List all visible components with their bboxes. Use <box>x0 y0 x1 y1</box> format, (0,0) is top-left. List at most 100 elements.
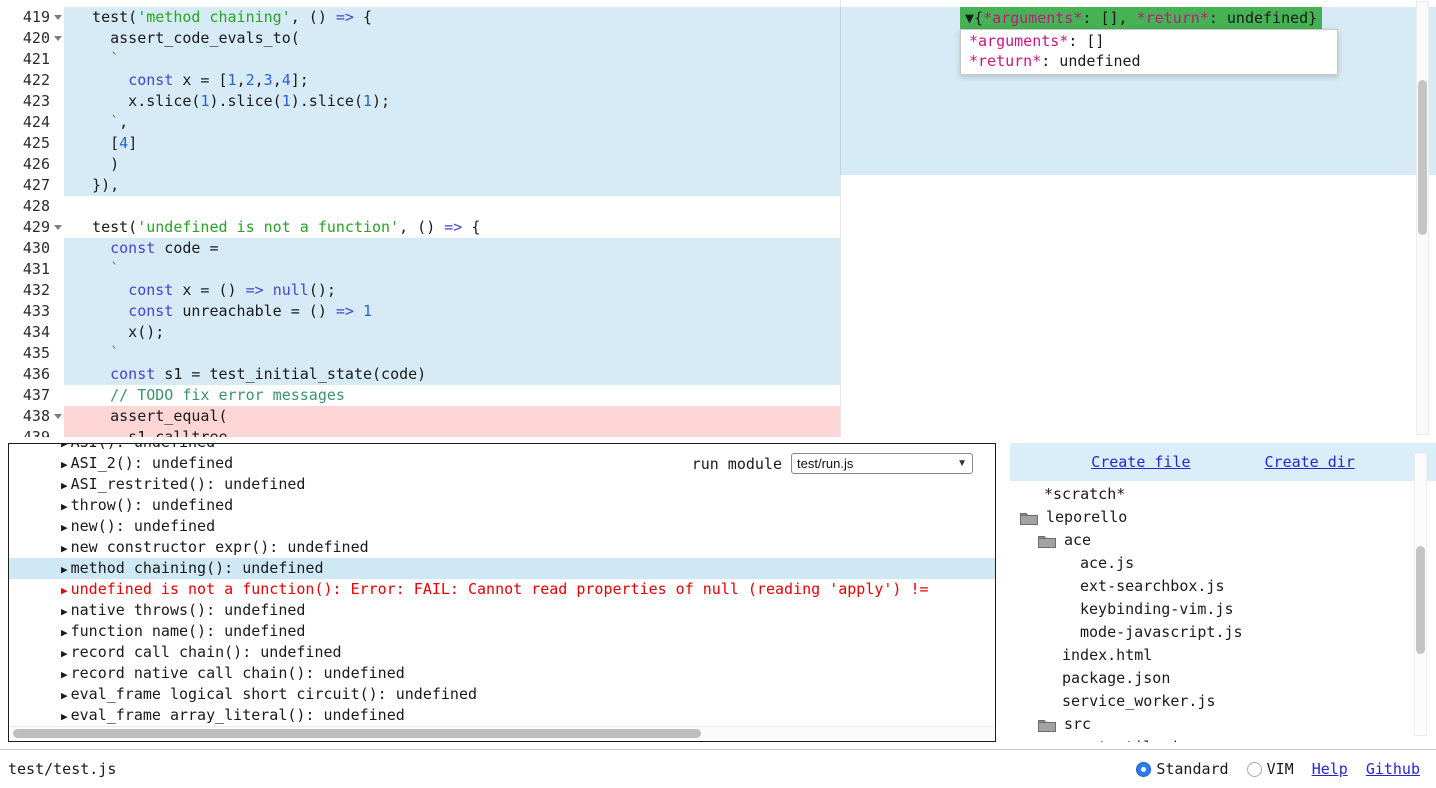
code-line-text[interactable]: [4] <box>64 133 1436 154</box>
result-item[interactable]: ▶native throws(): undefined <box>9 600 995 621</box>
result-item[interactable]: ▶record call chain(): undefined <box>9 642 995 663</box>
code-line-text[interactable]: const x = () => null(); <box>64 280 1436 301</box>
code-line[interactable]: 427 }), <box>0 175 1436 196</box>
result-item[interactable]: ▶undefined is not a function(): Error: F… <box>9 579 995 600</box>
expand-triangle-icon[interactable]: ▶ <box>61 542 68 555</box>
result-item[interactable]: ▶ASI_restrited(): undefined <box>9 474 995 495</box>
code-line[interactable]: 426 ) <box>0 154 1436 175</box>
expand-triangle-icon[interactable]: ▶ <box>61 500 68 513</box>
code-line-text[interactable]: ) <box>64 154 1436 175</box>
create-dir-link[interactable]: Create dir <box>1265 453 1355 471</box>
github-link[interactable]: Github <box>1366 760 1420 778</box>
results-scrollbar-thumb[interactable] <box>13 729 701 738</box>
create-file-link[interactable]: Create file <box>1091 453 1190 471</box>
line-number: 432 <box>0 280 64 301</box>
code-line[interactable]: 424 `, <box>0 112 1436 133</box>
file-entry-dir[interactable]: leporello <box>1010 506 1436 529</box>
code-token: : undefined} <box>1209 9 1317 27</box>
expand-triangle-icon[interactable]: ▶ <box>61 521 68 534</box>
folder-icon <box>1038 534 1056 548</box>
code-line[interactable]: 425 [4] <box>0 133 1436 154</box>
code-line[interactable]: 431 ` <box>0 259 1436 280</box>
radio-selected-icon[interactable] <box>1136 762 1151 777</box>
expand-triangle-icon[interactable]: ▶ <box>61 647 68 660</box>
code-line-text[interactable]: }), <box>64 175 1436 196</box>
code-line[interactable]: 437 // TODO fix error messages <box>0 385 1436 406</box>
expand-triangle-icon[interactable]: ▶ <box>61 668 68 681</box>
expand-triangle-icon[interactable]: ▶ <box>61 584 68 597</box>
result-item[interactable]: ▶eval_frame logical short circuit(): und… <box>9 684 995 705</box>
result-item[interactable]: ▶new constructor expr(): undefined <box>9 537 995 558</box>
module-select[interactable]: test/run.js ▼ <box>791 453 973 474</box>
file-entry-dir[interactable]: src <box>1010 713 1436 736</box>
code-line[interactable]: 436 const s1 = test_initial_state(code) <box>0 364 1436 385</box>
radio-unselected-icon[interactable] <box>1247 762 1262 777</box>
file-entry-dir[interactable]: ace <box>1010 529 1436 552</box>
code-line-text[interactable]: s1.calltree <box>64 427 1436 437</box>
code-token: , <box>119 113 128 131</box>
code-line-text[interactable]: test('undefined is not a function', () =… <box>64 217 1436 238</box>
code-token: ` <box>110 260 119 278</box>
code-line-text[interactable]: const s1 = test_initial_state(code) <box>64 364 1436 385</box>
fold-widget-icon[interactable] <box>54 36 62 41</box>
code-line[interactable]: 429 test('undefined is not a function', … <box>0 217 1436 238</box>
file-entry[interactable]: ast_utils.js <box>1010 736 1436 742</box>
value-tooltip-header[interactable]: ▼{*arguments*: [], *return*: undefined} <box>960 7 1322 29</box>
code-line-text[interactable]: x(); <box>64 322 1436 343</box>
file-entry[interactable]: mode-javascript.js <box>1010 621 1436 644</box>
code-line[interactable]: 434 x(); <box>0 322 1436 343</box>
expand-triangle-icon[interactable]: ▶ <box>61 563 68 576</box>
mode-vim-radio[interactable]: VIM <box>1247 760 1294 778</box>
code-line[interactable]: 428 <box>0 196 1436 217</box>
expand-triangle-icon[interactable]: ▶ <box>61 458 68 471</box>
expand-triangle-icon[interactable]: ▶ <box>61 689 68 702</box>
code-line[interactable]: 432 const x = () => null(); <box>0 280 1436 301</box>
result-item[interactable]: ▶function name(): undefined <box>9 621 995 642</box>
result-item[interactable]: ▶record native call chain(): undefined <box>9 663 995 684</box>
help-link[interactable]: Help <box>1312 760 1348 778</box>
code-line[interactable]: 435 ` <box>0 343 1436 364</box>
code-line-text[interactable]: ` <box>64 259 1436 280</box>
result-item[interactable]: ▶new(): undefined <box>9 516 995 537</box>
value-tooltip-row[interactable]: *arguments*: [] <box>961 31 1337 51</box>
file-entry[interactable]: ace.js <box>1010 552 1436 575</box>
file-entry[interactable]: *scratch* <box>1010 483 1436 506</box>
file-entry[interactable]: ext-searchbox.js <box>1010 575 1436 598</box>
code-line[interactable]: 439 s1.calltree <box>0 427 1436 437</box>
code-line[interactable]: 423 x.slice(1).slice(1).slice(1); <box>0 91 1436 112</box>
file-entry[interactable]: service_worker.js <box>1010 690 1436 713</box>
expand-triangle-icon[interactable]: ▶ <box>61 443 68 450</box>
file-entry[interactable]: package.json <box>1010 667 1436 690</box>
value-tooltip-row[interactable]: *return*: undefined <box>961 51 1337 71</box>
file-entry[interactable]: keybinding-vim.js <box>1010 598 1436 621</box>
file-entry-label: ext-searchbox.js <box>1080 575 1225 598</box>
code-line-text[interactable]: // TODO fix error messages <box>64 385 1436 406</box>
result-item[interactable]: ▶ASI(): undefined <box>9 443 995 453</box>
expand-triangle-icon[interactable]: ▶ <box>61 605 68 618</box>
expand-triangle-icon[interactable]: ▶ <box>61 626 68 639</box>
expand-triangle-icon[interactable]: ▶ <box>61 479 68 492</box>
line-number: 434 <box>0 322 64 343</box>
editor-scrollbar-thumb[interactable] <box>1418 80 1427 235</box>
expand-triangle-icon[interactable]: ▶ <box>61 710 68 723</box>
code-line-text[interactable]: x.slice(1).slice(1).slice(1); <box>64 91 1436 112</box>
code-line-text[interactable] <box>64 196 1436 217</box>
code-line[interactable]: 438 assert_equal( <box>0 406 1436 427</box>
code-line[interactable]: 430 const code = <box>0 238 1436 259</box>
result-item[interactable]: ▶throw(): undefined <box>9 495 995 516</box>
code-line-text[interactable]: const unreachable = () => 1 <box>64 301 1436 322</box>
code-line-text[interactable]: `, <box>64 112 1436 133</box>
code-editor[interactable]: 419 test('method chaining', () => {420 a… <box>0 0 1436 437</box>
code-line-text[interactable]: assert_equal( <box>64 406 1436 427</box>
fold-widget-icon[interactable] <box>54 225 62 230</box>
code-line[interactable]: 433 const unreachable = () => 1 <box>0 301 1436 322</box>
file-entry[interactable]: index.html <box>1010 644 1436 667</box>
files-scrollbar-thumb[interactable] <box>1416 546 1425 654</box>
code-line-text[interactable]: ` <box>64 343 1436 364</box>
fold-widget-icon[interactable] <box>54 414 62 419</box>
result-item[interactable]: ▶eval_frame array_literal(): undefined <box>9 705 995 726</box>
result-item[interactable]: ▶method chaining(): undefined <box>9 558 995 579</box>
code-line-text[interactable]: const code = <box>64 238 1436 259</box>
mode-standard-radio[interactable]: Standard <box>1136 760 1228 778</box>
fold-widget-icon[interactable] <box>54 15 62 20</box>
